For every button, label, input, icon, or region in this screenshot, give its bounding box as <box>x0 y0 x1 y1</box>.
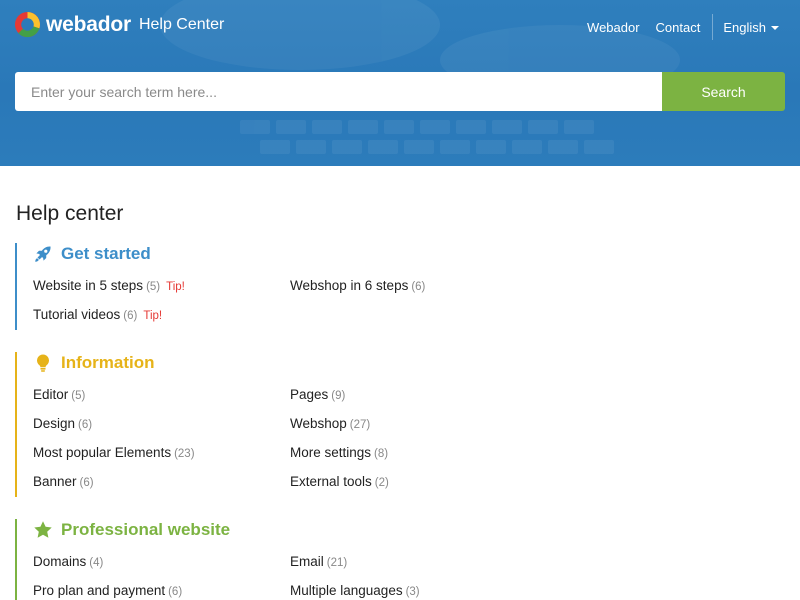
tip-badge: Tip! <box>166 281 185 293</box>
link-count: (23) <box>174 448 195 460</box>
link-count: (5) <box>146 281 161 293</box>
link-label: Most popular Elements <box>33 445 172 460</box>
link-label: Webshop in 6 steps <box>290 278 409 293</box>
nav-link-contact[interactable]: Contact <box>656 20 701 35</box>
link-editor[interactable]: Editor (5) <box>33 387 85 402</box>
link-count: (27) <box>349 419 371 431</box>
search-button[interactable]: Search <box>662 72 785 111</box>
link-count: (4) <box>89 557 104 569</box>
link-email[interactable]: Email (21) <box>290 554 347 569</box>
brand-subtitle: Help Center <box>138 15 225 33</box>
language-dropdown[interactable]: English <box>723 20 779 35</box>
link-count: (6) <box>78 419 93 431</box>
search-bar: Search <box>15 72 785 111</box>
link-label: Banner <box>33 474 77 489</box>
link-label: Domains <box>33 554 87 569</box>
language-label: English <box>723 19 766 35</box>
section-title[interactable]: Get started <box>61 244 151 264</box>
link-label: Website in 5 steps <box>33 278 144 293</box>
section-title[interactable]: Information <box>61 353 155 373</box>
link-more-settings[interactable]: More settings (8) <box>290 445 388 460</box>
section-header: Professional website <box>33 519 785 541</box>
nav-divider <box>712 14 714 40</box>
header-nav: Webador Contact English <box>587 14 800 40</box>
lightbulb-icon <box>37 354 49 372</box>
link-website-in-5-steps[interactable]: Website in 5 steps (5) Tip! <box>33 278 185 293</box>
link-label: Pages <box>290 387 329 402</box>
link-design[interactable]: Design (6) <box>33 416 92 431</box>
brand-name: webador <box>46 12 131 36</box>
section-title[interactable]: Professional website <box>61 520 230 540</box>
link-count: (2) <box>374 477 389 489</box>
top-navigation-bar: webador Help Center Webador Contact Engl… <box>0 0 800 54</box>
webador-logo-icon <box>14 11 41 38</box>
rocket-icon <box>35 246 51 262</box>
search-input[interactable] <box>15 72 662 111</box>
section-information: Information Editor (5) Pages (9) Design (6)… <box>15 352 785 497</box>
page-title: Help center <box>16 202 124 225</box>
section-get-started: Get started Website in 5 steps (5) Tip! We… <box>15 243 785 330</box>
link-label: Webshop <box>290 416 347 431</box>
link-label: External tools <box>290 474 372 489</box>
link-count: (5) <box>71 390 86 402</box>
link-most-popular-elements[interactable]: Most popular Elements (23) <box>33 445 195 460</box>
link-pages[interactable]: Pages (9) <box>290 387 345 402</box>
section-professional-website: Professional website Domains (4) Email (21… <box>15 519 785 600</box>
nav-link-webador[interactable]: Webador <box>587 20 640 35</box>
link-count: (3) <box>405 586 420 598</box>
link-count: (21) <box>326 557 348 569</box>
section-header: Information <box>33 352 785 374</box>
star-icon <box>34 521 52 538</box>
link-tutorial-videos[interactable]: Tutorial videos (6) Tip! <box>33 307 162 322</box>
link-label: Pro plan and payment <box>33 583 166 598</box>
link-label: Tutorial videos <box>33 307 121 322</box>
link-label: Editor <box>33 387 69 402</box>
link-label: Email <box>290 554 324 569</box>
link-multiple-languages[interactable]: Multiple languages (3) <box>290 583 420 598</box>
link-count: (8) <box>374 448 389 460</box>
link-banner[interactable]: Banner (6) <box>33 474 94 489</box>
link-count: (9) <box>331 390 346 402</box>
link-count: (6) <box>79 477 94 489</box>
link-label: Multiple languages <box>290 583 403 598</box>
link-label: Design <box>33 416 76 431</box>
link-count: (6) <box>411 281 426 293</box>
link-external-tools[interactable]: External tools (2) <box>290 474 389 489</box>
link-webshop[interactable]: Webshop (27) <box>290 416 370 431</box>
link-label: More settings <box>290 445 372 460</box>
link-domains[interactable]: Domains (4) <box>33 554 103 569</box>
link-pro-plan-and-payment[interactable]: Pro plan and payment (6) <box>33 583 182 598</box>
logo[interactable]: webador Help Center <box>14 11 224 38</box>
tip-badge: Tip! <box>143 310 163 322</box>
link-webshop-in-6-steps[interactable]: Webshop in 6 steps (6) <box>290 278 425 293</box>
section-header: Get started <box>33 243 785 265</box>
link-count: (6) <box>123 310 138 322</box>
chevron-down-icon <box>771 25 779 30</box>
link-count: (6) <box>168 586 183 598</box>
hero-header: webador Help Center Webador Contact Engl… <box>0 0 800 166</box>
